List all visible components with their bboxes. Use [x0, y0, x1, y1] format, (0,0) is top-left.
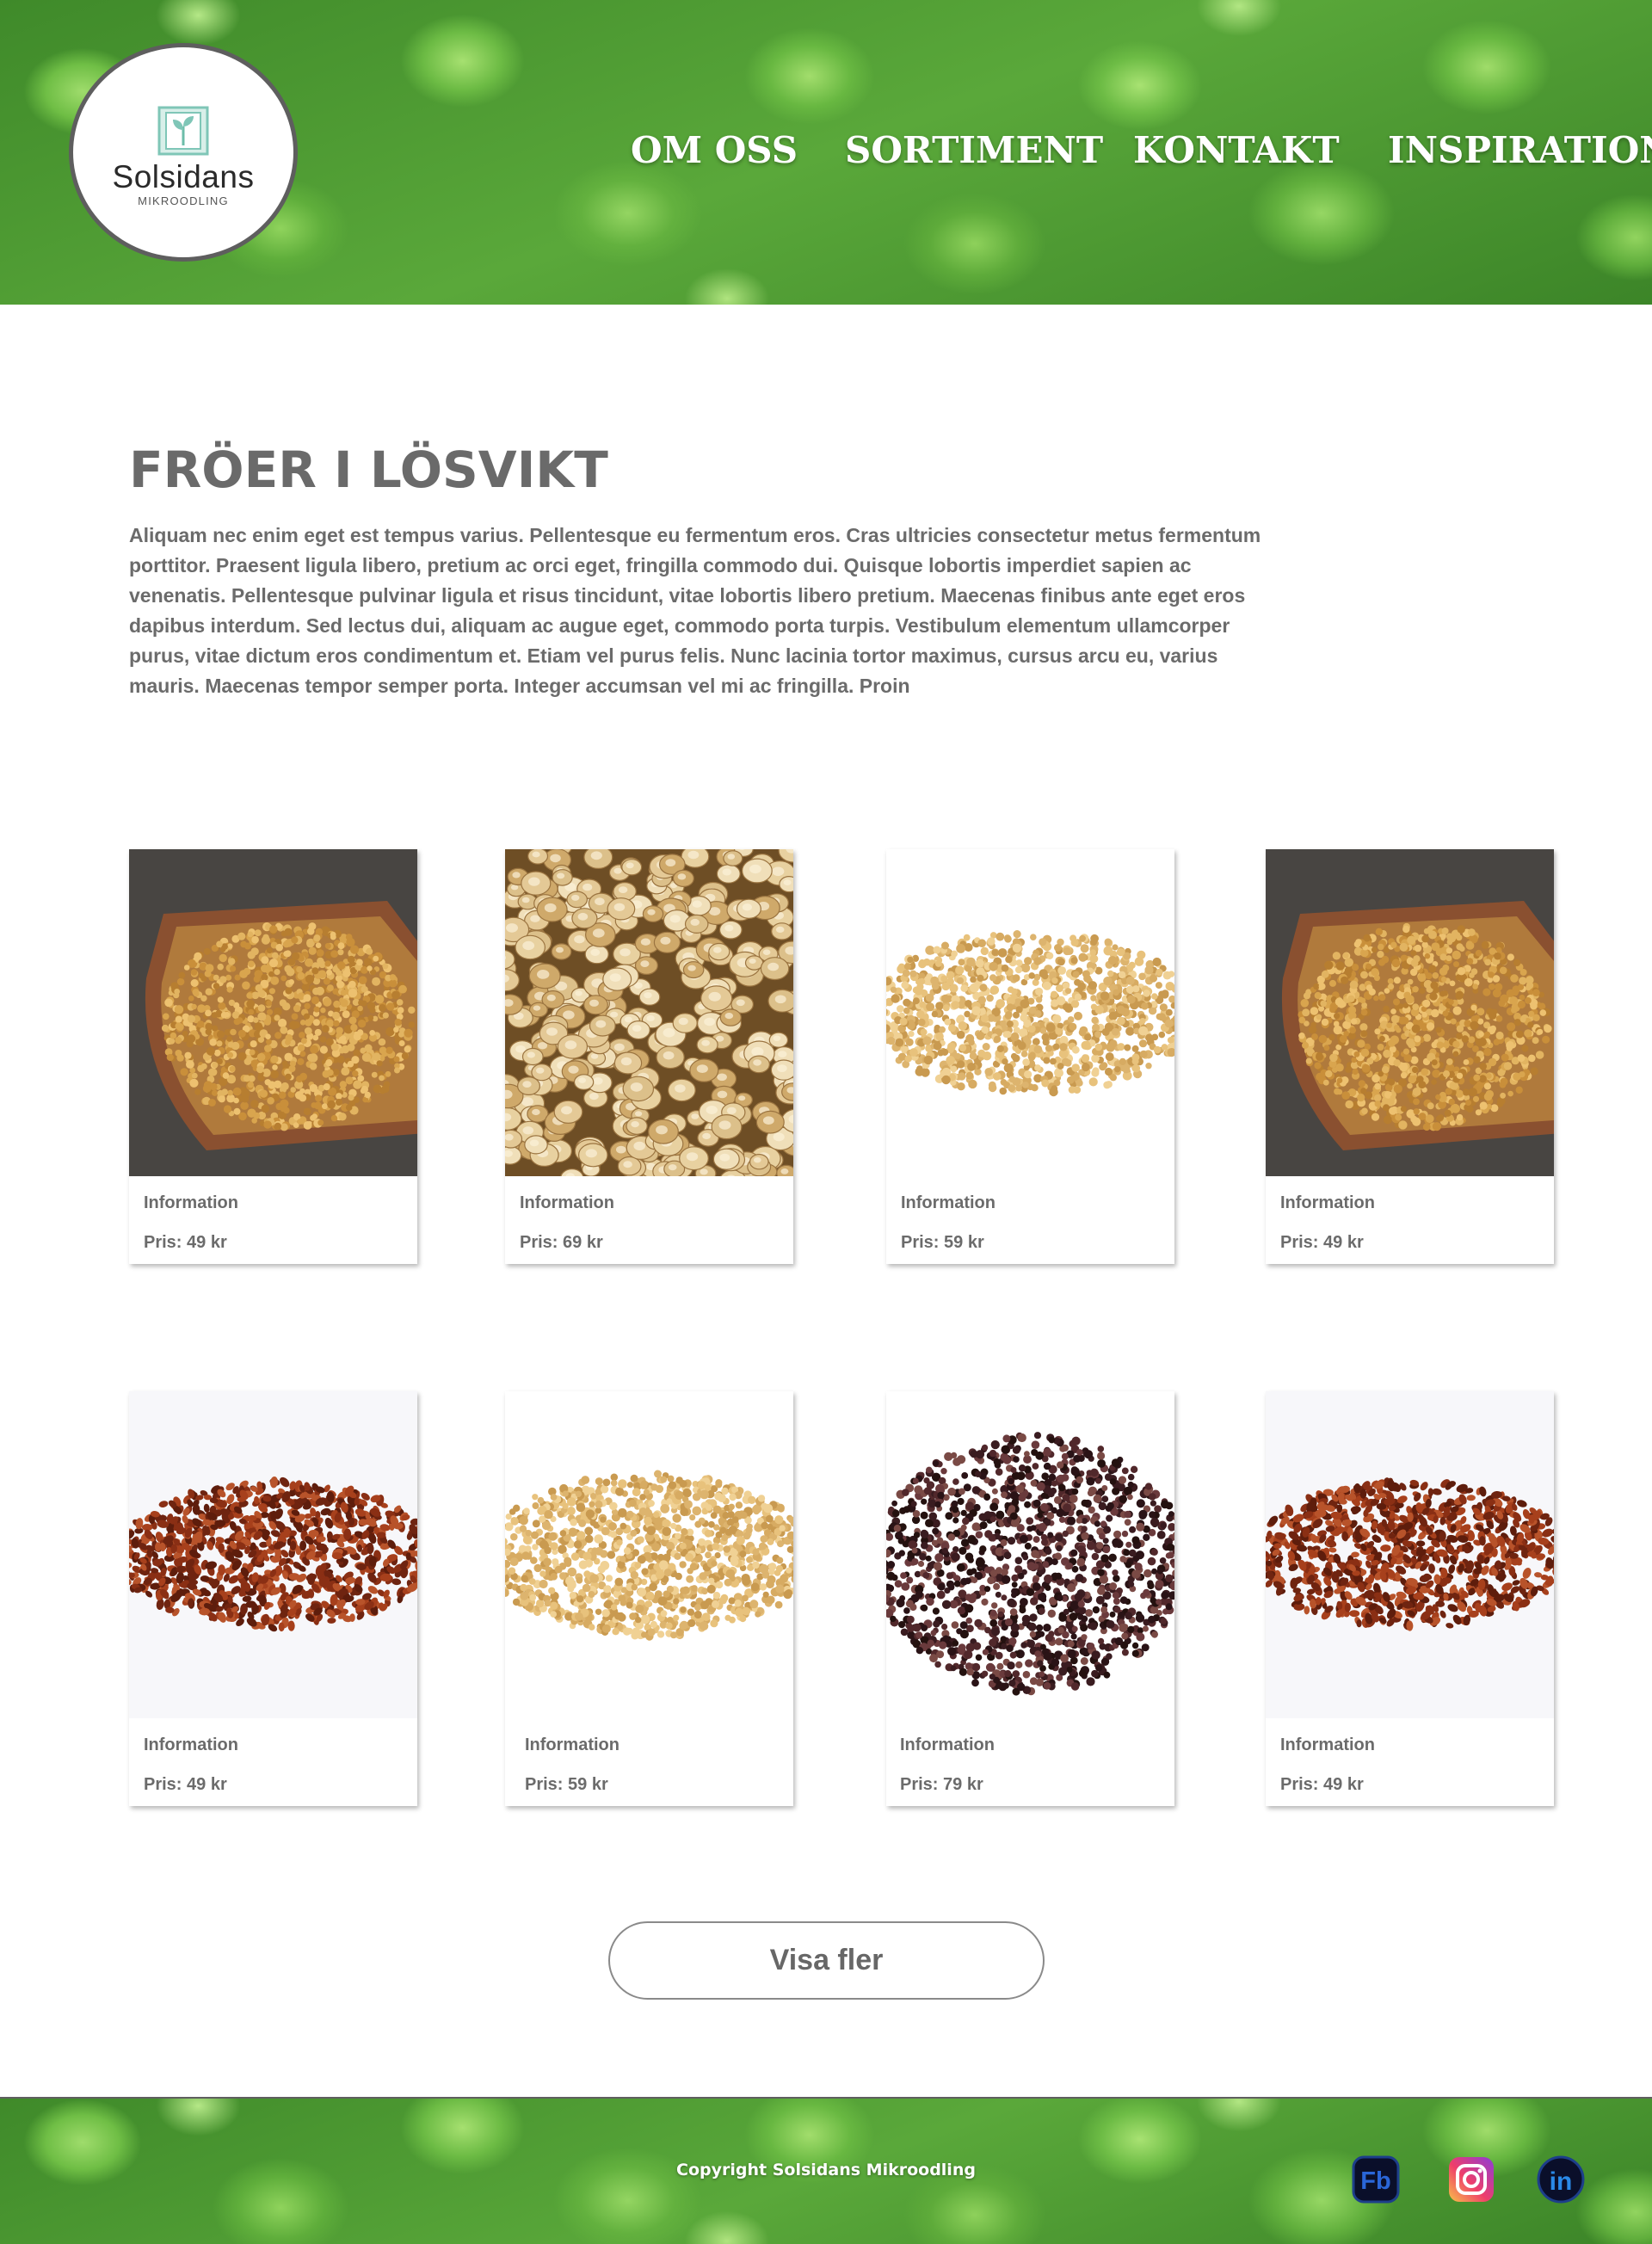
- red-seed-pile-image: [129, 1391, 417, 1718]
- product-card[interactable]: Information Pris: 49 kr: [129, 849, 417, 1264]
- product-price: Pris: 69 kr: [520, 1233, 603, 1252]
- intro-text: Aliquam nec enim eget est tempus varius.…: [129, 524, 1261, 697]
- product-image[interactable]: [1266, 1391, 1554, 1718]
- product-price: Pris: 49 kr: [1280, 1775, 1364, 1794]
- show-more-button[interactable]: Visa fler: [608, 1921, 1045, 2000]
- facebook-icon[interactable]: Fb: [1352, 2155, 1400, 2204]
- product-info-link[interactable]: Information: [1280, 1735, 1375, 1755]
- product-card[interactable]: Information Pris: 69 kr: [505, 849, 793, 1264]
- product-card[interactable]: Information Pris: 59 kr: [886, 849, 1174, 1264]
- main-nav: OM OSS SORTIMENT KONTAKT INSPIRATION: [0, 129, 1652, 181]
- product-price: Pris: 49 kr: [144, 1233, 227, 1252]
- instagram-icon[interactable]: [1447, 2155, 1495, 2204]
- product-info-link[interactable]: Information: [520, 1193, 614, 1213]
- quinoa-closeup-image: [505, 849, 793, 1176]
- product-card[interactable]: Information Pris: 79 kr: [886, 1391, 1174, 1806]
- mustard-seeds-in-wooden-bowl-image: [129, 849, 417, 1176]
- mustard-seed-pile-image: [505, 1391, 793, 1718]
- product-info-link[interactable]: Information: [1280, 1193, 1375, 1213]
- product-image[interactable]: [1266, 849, 1554, 1176]
- product-info-link[interactable]: Information: [900, 1735, 995, 1755]
- product-card[interactable]: Information Pris: 49 kr: [129, 1391, 417, 1806]
- product-card[interactable]: Information Pris: 49 kr: [1266, 849, 1554, 1264]
- logo-subtitle: MIKROODLING: [138, 194, 229, 207]
- red-seed-pile-image: [1266, 1391, 1554, 1718]
- product-price: Pris: 49 kr: [144, 1775, 227, 1794]
- header-banner: Solsidans MIKROODLING OM OSS SORTIMENT K…: [0, 0, 1652, 305]
- product-info-link[interactable]: Information: [901, 1193, 996, 1213]
- nav-item-sortiment[interactable]: SORTIMENT: [845, 129, 1103, 171]
- product-card[interactable]: Information Pris: 49 kr: [1266, 1391, 1554, 1806]
- product-card[interactable]: Information Pris: 59 kr: [505, 1391, 793, 1806]
- mustard-seeds-in-wooden-bowl-image: [1266, 849, 1554, 1176]
- product-image[interactable]: [886, 1391, 1174, 1718]
- product-price: Pris: 59 kr: [901, 1233, 984, 1252]
- product-price: Pris: 59 kr: [525, 1775, 608, 1794]
- product-info-link[interactable]: Information: [144, 1735, 238, 1755]
- linkedin-icon[interactable]: in: [1537, 2155, 1585, 2204]
- page-title: FRÖER I LÖSVIKT: [129, 441, 608, 499]
- product-info-link[interactable]: Information: [144, 1193, 238, 1213]
- product-image[interactable]: [129, 1391, 417, 1718]
- product-image[interactable]: [886, 849, 1174, 1176]
- dark-seed-pile-image: [886, 1391, 1174, 1718]
- product-price: Pris: 49 kr: [1280, 1233, 1364, 1252]
- product-image[interactable]: [505, 1391, 793, 1718]
- product-image[interactable]: [505, 849, 793, 1176]
- nav-item-kontakt[interactable]: KONTAKT: [1133, 129, 1340, 171]
- copyright-text: Copyright Solsidans Mikroodling: [676, 2161, 976, 2179]
- product-image[interactable]: [129, 849, 417, 1176]
- product-price: Pris: 79 kr: [900, 1775, 983, 1794]
- nav-item-om-oss[interactable]: OM OSS: [631, 129, 798, 171]
- product-info-link[interactable]: Information: [525, 1735, 620, 1755]
- mustard-seed-pile-image: [886, 849, 1174, 1176]
- footer: Copyright Solsidans Mikroodling Fb in: [0, 2097, 1652, 2244]
- nav-item-inspiration[interactable]: INSPIRATION: [1388, 129, 1652, 171]
